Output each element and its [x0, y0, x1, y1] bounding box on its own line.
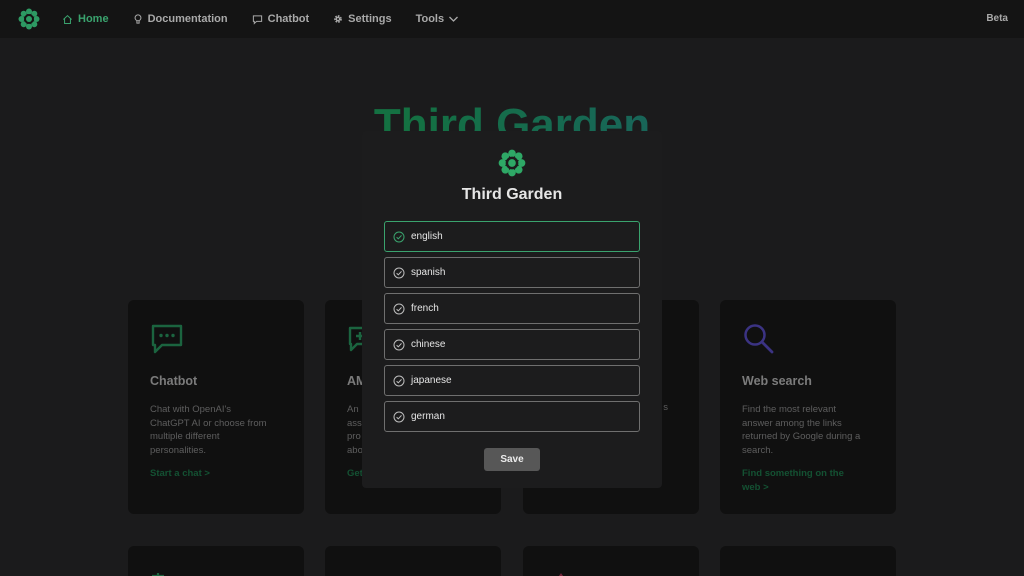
modal-title: Third Garden: [461, 186, 563, 203]
nav-tools-label: Tools: [415, 13, 445, 25]
language-label: german: [411, 411, 445, 422]
lightbulb-icon: [133, 13, 143, 25]
check-circle-icon: [393, 267, 405, 279]
language-option-japanese[interactable]: japanese: [384, 365, 640, 396]
check-circle-icon: [393, 231, 405, 243]
nav-tools-dropdown[interactable]: Tools: [416, 13, 460, 25]
language-option-english[interactable]: english: [384, 221, 640, 252]
flower-logo-icon[interactable]: [18, 8, 40, 30]
nav-settings-label: Settings: [348, 13, 392, 25]
nav-documentation-label: Documentation: [147, 13, 228, 25]
nav-documentation[interactable]: Documentation: [133, 13, 228, 25]
gear-icon: [333, 14, 343, 24]
nav-home[interactable]: Home: [62, 13, 109, 25]
language-option-french[interactable]: french: [384, 293, 640, 324]
language-label: french: [411, 303, 439, 314]
language-options: english spanish french chinese japanese: [384, 221, 640, 437]
chat-bubble-icon: [252, 14, 263, 25]
language-label: chinese: [411, 339, 446, 350]
language-modal: Third Garden english spanish french chin…: [362, 131, 662, 488]
language-label: english: [411, 231, 443, 242]
check-circle-icon: [393, 339, 405, 351]
top-navbar: Home Documentation Chatbot Settings Tool…: [0, 0, 1024, 38]
chevron-down-icon: [448, 15, 459, 23]
check-circle-icon: [393, 303, 405, 315]
beta-badge: Beta: [986, 13, 1008, 24]
check-circle-icon: [393, 375, 405, 387]
home-icon: [62, 14, 73, 25]
language-option-spanish[interactable]: spanish: [384, 257, 640, 288]
language-label: spanish: [411, 267, 446, 278]
language-label: japanese: [411, 375, 452, 386]
check-circle-icon: [393, 411, 405, 423]
flower-logo-icon: [498, 149, 526, 177]
save-button[interactable]: Save: [484, 448, 540, 471]
nav-chatbot-label: Chatbot: [267, 13, 310, 25]
nav-home-label: Home: [78, 13, 109, 25]
language-option-chinese[interactable]: chinese: [384, 329, 640, 360]
nav-settings[interactable]: Settings: [333, 13, 392, 25]
language-option-german[interactable]: german: [384, 401, 640, 432]
nav-chatbot[interactable]: Chatbot: [252, 13, 310, 25]
